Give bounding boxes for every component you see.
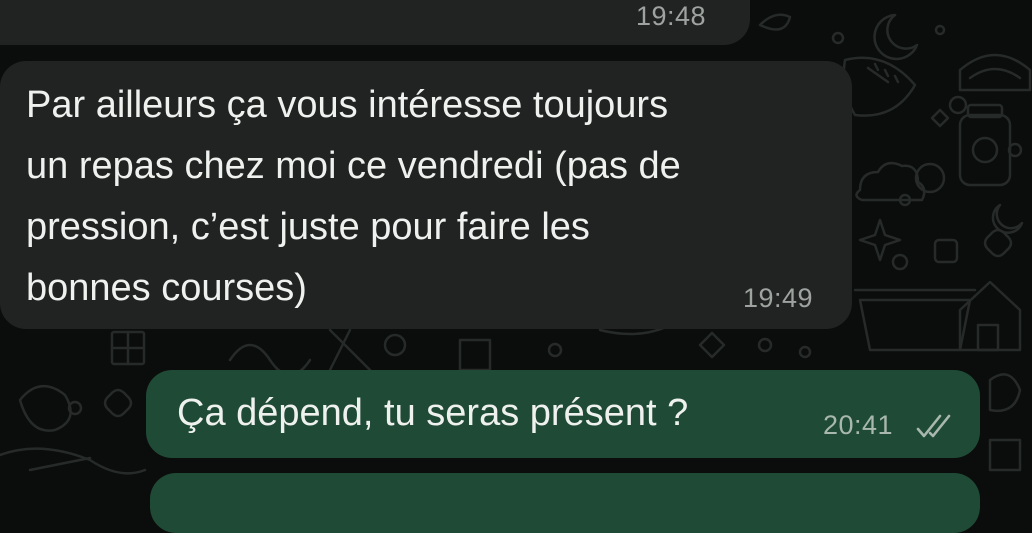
- message-line: Par ailleurs ça vous intéresse toujours: [26, 84, 669, 126]
- message-timestamp: 19:49: [743, 283, 814, 313]
- message-line: pression, c’est juste pour faire les: [26, 206, 590, 248]
- message-bubble-outgoing[interactable]: [150, 473, 980, 533]
- message-timestamp: 20:41: [823, 410, 894, 440]
- message-timestamp: 19:48: [636, 1, 707, 31]
- double-check-icon: [916, 414, 951, 438]
- message-text: Par ailleurs ça vous intéresse toujours u…: [26, 75, 681, 319]
- message-line: un repas chez moi ce vendredi (pas de: [26, 145, 681, 187]
- message-text: Ça dépend, tu seras présent ?: [177, 392, 689, 434]
- message-line: bonnes courses): [26, 267, 307, 309]
